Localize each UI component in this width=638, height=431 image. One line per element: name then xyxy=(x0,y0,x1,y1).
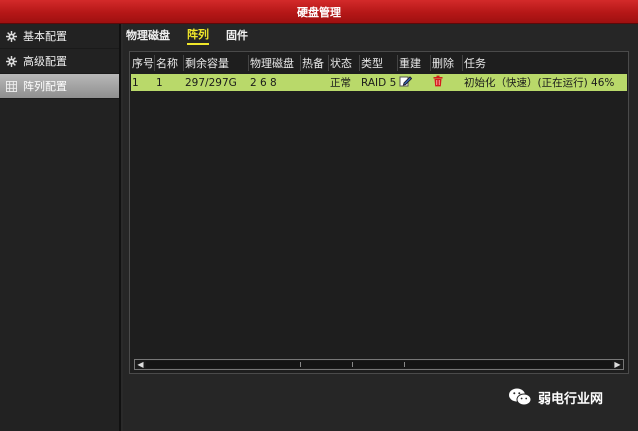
column-header-index[interactable]: 序号 xyxy=(131,55,155,71)
column-header-free-capacity[interactable]: 剩余容量 xyxy=(184,55,249,71)
cell-task: 初始化（快速）(正在运行) 46% xyxy=(464,77,615,89)
scrollbar-tick xyxy=(300,362,301,367)
trash-icon xyxy=(433,75,443,87)
table-header: 序号 名称 剩余容量 物理磁盘 热备 状态 类型 重建 删除 任务 xyxy=(131,54,627,72)
sidebar-item-advanced-config[interactable]: 高级配置 xyxy=(0,49,119,74)
sidebar-item-label: 高级配置 xyxy=(23,55,67,68)
gear-icon xyxy=(5,30,18,43)
cell-physical-disks: 2 6 8 xyxy=(250,76,277,89)
main-panel: 物理磁盘 阵列 固件 序号 名称 剩余容量 物理磁盘 热备 状态 类型 重建 删… xyxy=(123,24,638,431)
sidebar-item-basic-config[interactable]: 基本配置 xyxy=(0,24,119,49)
scrollbar-tick xyxy=(404,362,405,367)
title-bar: 硬盘管理 xyxy=(0,0,638,24)
watermark: 弱电行业网 xyxy=(508,387,603,407)
rebuild-button[interactable] xyxy=(398,75,431,90)
sidebar-item-label: 阵列配置 xyxy=(23,80,67,93)
tab-bar: 物理磁盘 阵列 固件 xyxy=(123,24,638,46)
gear-icon xyxy=(5,55,18,68)
column-header-hot-spare[interactable]: 热备 xyxy=(301,55,329,71)
grid-icon xyxy=(5,80,18,93)
cell-free-capacity: 297/297G xyxy=(185,76,237,89)
cell-type: RAID 5 xyxy=(361,76,397,89)
column-header-type[interactable]: 类型 xyxy=(360,55,398,71)
scroll-left-icon[interactable]: ◀ xyxy=(135,360,146,369)
scrollbar-tick xyxy=(352,362,353,367)
horizontal-scrollbar[interactable]: ◀ ▶ xyxy=(134,359,624,370)
sidebar-item-label: 基本配置 xyxy=(23,30,67,43)
cell-name: 1 xyxy=(156,76,163,89)
wechat-icon xyxy=(509,388,532,406)
column-header-status[interactable]: 状态 xyxy=(329,55,360,71)
table-row[interactable]: 1 1 297/297G 2 6 8 正常 RAID 5 初始化（快速）(正在运… xyxy=(131,74,627,91)
column-header-task[interactable]: 任务 xyxy=(463,55,628,71)
delete-button[interactable] xyxy=(431,75,463,90)
column-header-rebuild[interactable]: 重建 xyxy=(398,55,431,71)
sidebar: 基本配置 高级配置 阵列配置 xyxy=(0,24,121,431)
tab-physical-disk[interactable]: 物理磁盘 xyxy=(126,26,170,44)
column-header-name[interactable]: 名称 xyxy=(155,55,184,71)
array-table: 序号 名称 剩余容量 物理磁盘 热备 状态 类型 重建 删除 任务 1 1 29… xyxy=(129,51,629,374)
tab-array[interactable]: 阵列 xyxy=(187,25,209,45)
watermark-text: 弱电行业网 xyxy=(538,391,604,407)
column-header-delete[interactable]: 删除 xyxy=(431,55,463,71)
sidebar-item-array-config[interactable]: 阵列配置 xyxy=(0,74,119,99)
column-header-physical-disks[interactable]: 物理磁盘 xyxy=(249,55,301,71)
cell-index: 1 xyxy=(132,76,139,89)
scrollbar-track[interactable] xyxy=(146,361,612,368)
tab-firmware[interactable]: 固件 xyxy=(226,26,248,44)
cell-status: 正常 xyxy=(330,77,351,89)
window-title: 硬盘管理 xyxy=(297,5,341,19)
scroll-right-icon[interactable]: ▶ xyxy=(612,360,623,369)
edit-icon xyxy=(399,76,413,87)
